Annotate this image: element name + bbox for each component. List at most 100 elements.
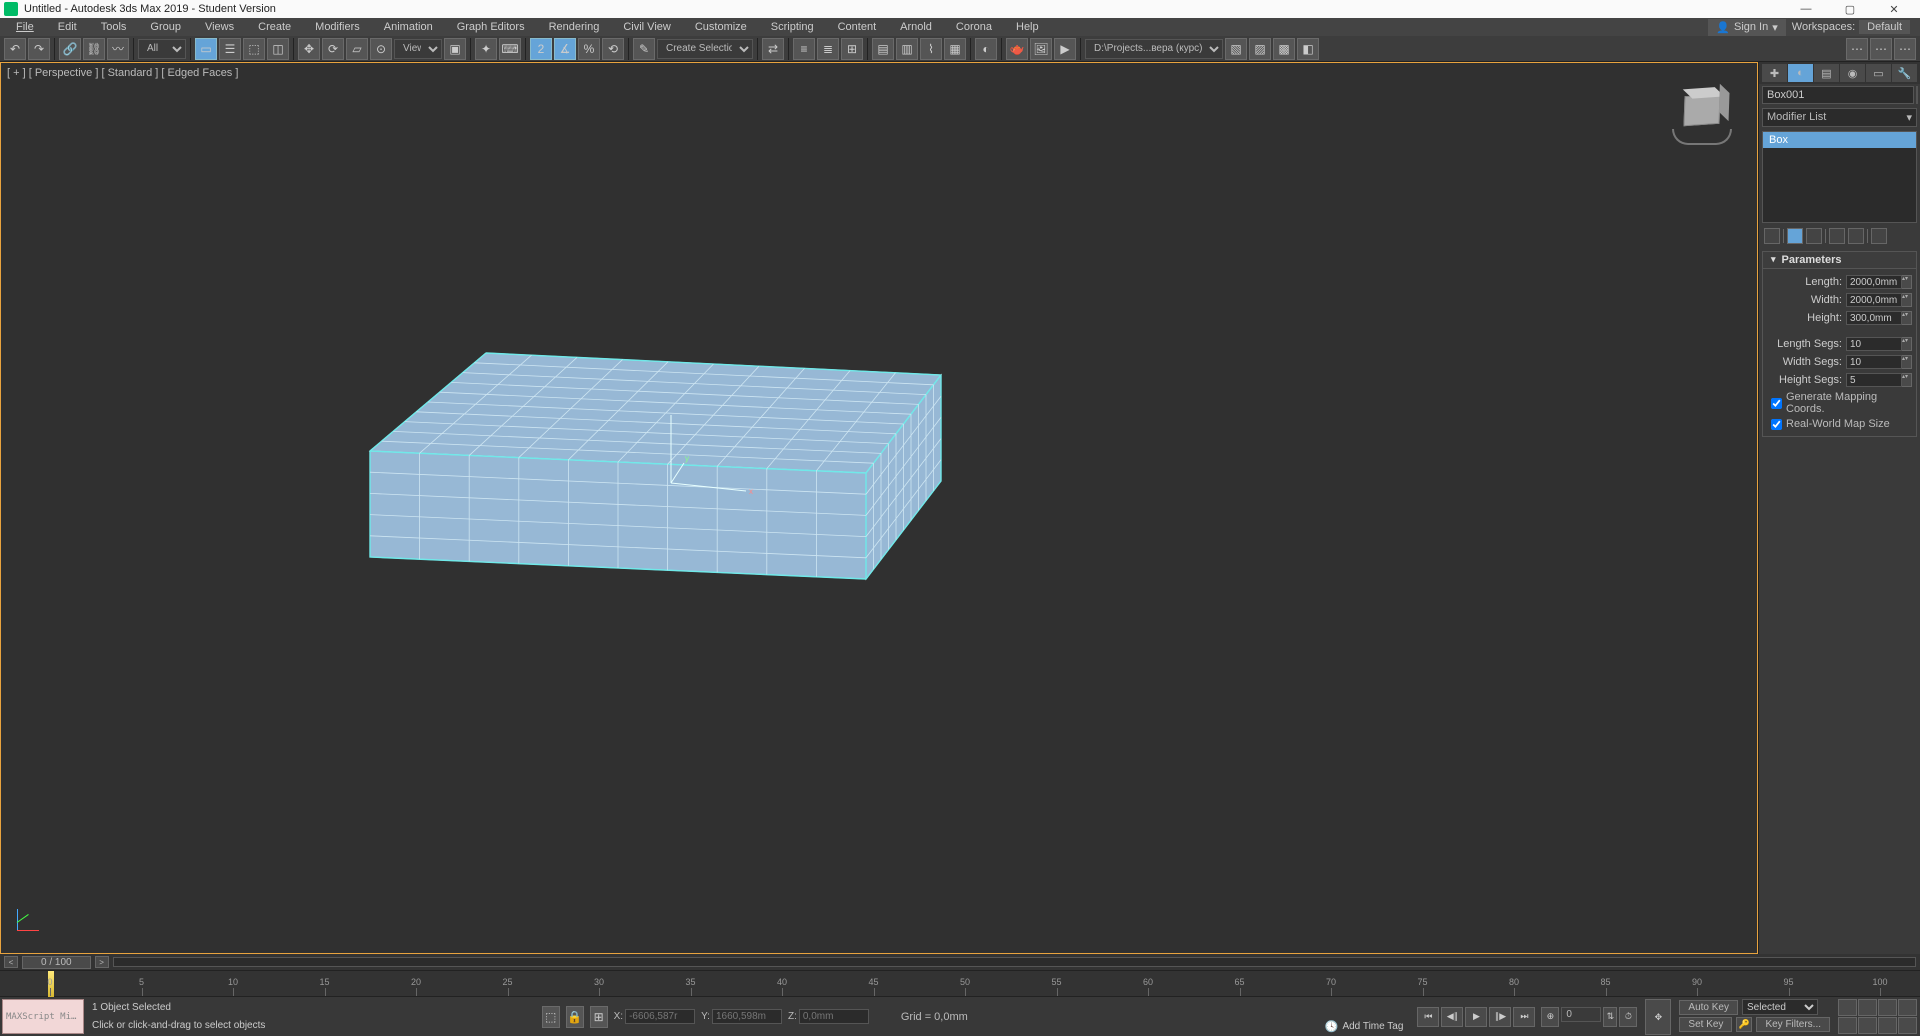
maxscript-mini-listener[interactable]: MAXScript Mi… xyxy=(2,999,84,1034)
parameters-rollup-header[interactable]: Parameters xyxy=(1762,251,1917,269)
length-segs-field[interactable] xyxy=(1846,337,1902,351)
width-segs-spinner[interactable]: ▴▾ xyxy=(1902,355,1912,369)
zoom-extents-all-button[interactable] xyxy=(1898,999,1917,1016)
corona-btn4[interactable]: ◧ xyxy=(1297,38,1319,60)
utilities-tab[interactable]: 🔧 xyxy=(1892,64,1917,82)
width-spinner[interactable]: ▴▾ xyxy=(1902,293,1912,307)
modifier-stack-item-box[interactable]: Box xyxy=(1763,132,1916,148)
height-segs-field[interactable] xyxy=(1846,373,1902,387)
minimize-button[interactable]: — xyxy=(1784,0,1828,18)
unlink-button[interactable]: ⛓ xyxy=(83,38,105,60)
ref-coord-dropdown[interactable]: View xyxy=(394,39,442,59)
snaps-percent-button[interactable]: % xyxy=(578,38,600,60)
track-bar[interactable]: 0510152025303540455055606570758085909510… xyxy=(0,970,1920,996)
spinner-snap-button[interactable]: ⟲ xyxy=(602,38,624,60)
show-end-result-button[interactable] xyxy=(1787,228,1803,244)
abs-rel-toggle[interactable]: ⊞ xyxy=(590,1006,608,1028)
menu-tools[interactable]: Tools xyxy=(89,20,139,34)
menu-modifiers[interactable]: Modifiers xyxy=(303,20,372,34)
width-segs-field[interactable] xyxy=(1846,355,1902,369)
current-frame-display[interactable]: 0 / 100 xyxy=(22,956,91,969)
menu-create[interactable]: Create xyxy=(246,20,303,34)
frame-number-field[interactable] xyxy=(1561,1007,1601,1022)
manipulate-button[interactable]: ✦ xyxy=(475,38,497,60)
toggle-ribbon-button[interactable]: ▥ xyxy=(896,38,918,60)
lock-icon[interactable]: 🔒 xyxy=(566,1006,584,1028)
undo-button[interactable]: ↶ xyxy=(4,38,26,60)
key-icon-button[interactable]: 🔑 xyxy=(1736,1017,1752,1032)
generate-mapping-checkbox[interactable] xyxy=(1771,398,1782,409)
corona-btn3[interactable]: ▩ xyxy=(1273,38,1295,60)
menu-customize[interactable]: Customize xyxy=(683,20,759,34)
edit-named-sel-button[interactable]: ✎ xyxy=(633,38,655,60)
y-field[interactable] xyxy=(712,1009,782,1024)
field-of-view-button[interactable] xyxy=(1838,1017,1857,1034)
motion-tab[interactable]: ◉ xyxy=(1840,64,1865,82)
menu-views[interactable]: Views xyxy=(193,20,246,34)
close-button[interactable]: ✕ xyxy=(1872,0,1916,18)
autokey-button[interactable]: Auto Key xyxy=(1679,1000,1738,1015)
menu-content[interactable]: Content xyxy=(826,20,889,34)
snaps-angle-button[interactable]: ∡ xyxy=(554,38,576,60)
move-button[interactable]: ✥ xyxy=(298,38,320,60)
extra-btn1[interactable]: ⋯ xyxy=(1846,38,1868,60)
add-time-tag-button[interactable]: Add Time Tag xyxy=(1317,1020,1412,1033)
create-tab[interactable]: ✚ xyxy=(1762,64,1787,82)
redo-button[interactable]: ↷ xyxy=(28,38,50,60)
next-frame-button[interactable]: > xyxy=(95,956,109,968)
goto-start-button[interactable]: ⏮ xyxy=(1417,1007,1439,1027)
x-field[interactable] xyxy=(625,1009,695,1024)
make-unique-button[interactable] xyxy=(1806,228,1822,244)
pin-stack-button[interactable] xyxy=(1764,228,1780,244)
material-editor-button[interactable]: ◐ xyxy=(975,38,997,60)
key-mode-button[interactable]: ⊕ xyxy=(1541,1007,1559,1027)
time-slider[interactable]: < 0 / 100 > xyxy=(0,954,1920,970)
modifier-list-dropdown[interactable]: Modifier List▾ xyxy=(1762,108,1917,127)
toggle-layers-button[interactable]: ▤ xyxy=(872,38,894,60)
menu-edit[interactable]: Edit xyxy=(46,20,89,34)
menu-graph-editors[interactable]: Graph Editors xyxy=(445,20,537,34)
menu-file[interactable]: File xyxy=(4,20,46,34)
next-key-button[interactable]: ∥▶ xyxy=(1489,1007,1511,1027)
menu-help[interactable]: Help xyxy=(1004,20,1051,34)
height-spinner[interactable]: ▴▾ xyxy=(1902,311,1912,325)
modifier-stack[interactable]: Box xyxy=(1762,131,1917,223)
prev-frame-button[interactable]: < xyxy=(4,956,18,968)
display-tab[interactable]: ▭ xyxy=(1866,64,1891,82)
selection-lock-button[interactable]: ⬚ xyxy=(542,1006,560,1028)
box-object[interactable]: x y xyxy=(366,343,946,593)
render-setup-button[interactable]: 🫖 xyxy=(1006,38,1028,60)
menu-corona[interactable]: Corona xyxy=(944,20,1004,34)
menu-arnold[interactable]: Arnold xyxy=(888,20,944,34)
goto-end-button[interactable]: ⏭ xyxy=(1513,1007,1535,1027)
width-field[interactable] xyxy=(1846,293,1902,307)
named-selection-dropdown[interactable]: Create Selection Se xyxy=(657,39,753,59)
realworld-checkbox[interactable] xyxy=(1771,419,1782,430)
schematic-view-button[interactable]: ▦ xyxy=(944,38,966,60)
zoom-all-button[interactable] xyxy=(1858,999,1877,1016)
snaps-2d-button[interactable]: 2 xyxy=(530,38,552,60)
mirror-button[interactable]: ⇄ xyxy=(762,38,784,60)
scale-button[interactable]: ▱ xyxy=(346,38,368,60)
align-normal-button[interactable]: ⊞ xyxy=(841,38,863,60)
length-spinner[interactable]: ▴▾ xyxy=(1902,275,1912,289)
maximize-button[interactable]: ▢ xyxy=(1828,0,1872,18)
zoom-button[interactable] xyxy=(1838,999,1857,1016)
align-button[interactable]: ≡ xyxy=(793,38,815,60)
bind-spacewarp-button[interactable]: 〰 xyxy=(107,38,129,60)
curve-editor-button[interactable]: ⌇ xyxy=(920,38,942,60)
remove-modifier-button[interactable] xyxy=(1829,228,1845,244)
menu-scripting[interactable]: Scripting xyxy=(759,20,826,34)
orbit-button[interactable] xyxy=(1878,1017,1897,1034)
pan-button[interactable] xyxy=(1858,1017,1877,1034)
mod-extra-button[interactable] xyxy=(1871,228,1887,244)
maximize-viewport-button[interactable] xyxy=(1898,1017,1917,1034)
viewport-label[interactable]: [ + ] [ Perspective ] [ Standard ] [ Edg… xyxy=(7,67,238,79)
key-filters-button[interactable]: Key Filters... xyxy=(1756,1017,1830,1032)
menu-animation[interactable]: Animation xyxy=(372,20,445,34)
time-slider-track[interactable] xyxy=(113,957,1916,967)
workspaces-selector[interactable]: Workspaces: Default xyxy=(1792,20,1910,34)
viewport-perspective[interactable]: [ + ] [ Perspective ] [ Standard ] [ Edg… xyxy=(0,62,1758,954)
menu-rendering[interactable]: Rendering xyxy=(537,20,612,34)
rotate-button[interactable]: ⟳ xyxy=(322,38,344,60)
